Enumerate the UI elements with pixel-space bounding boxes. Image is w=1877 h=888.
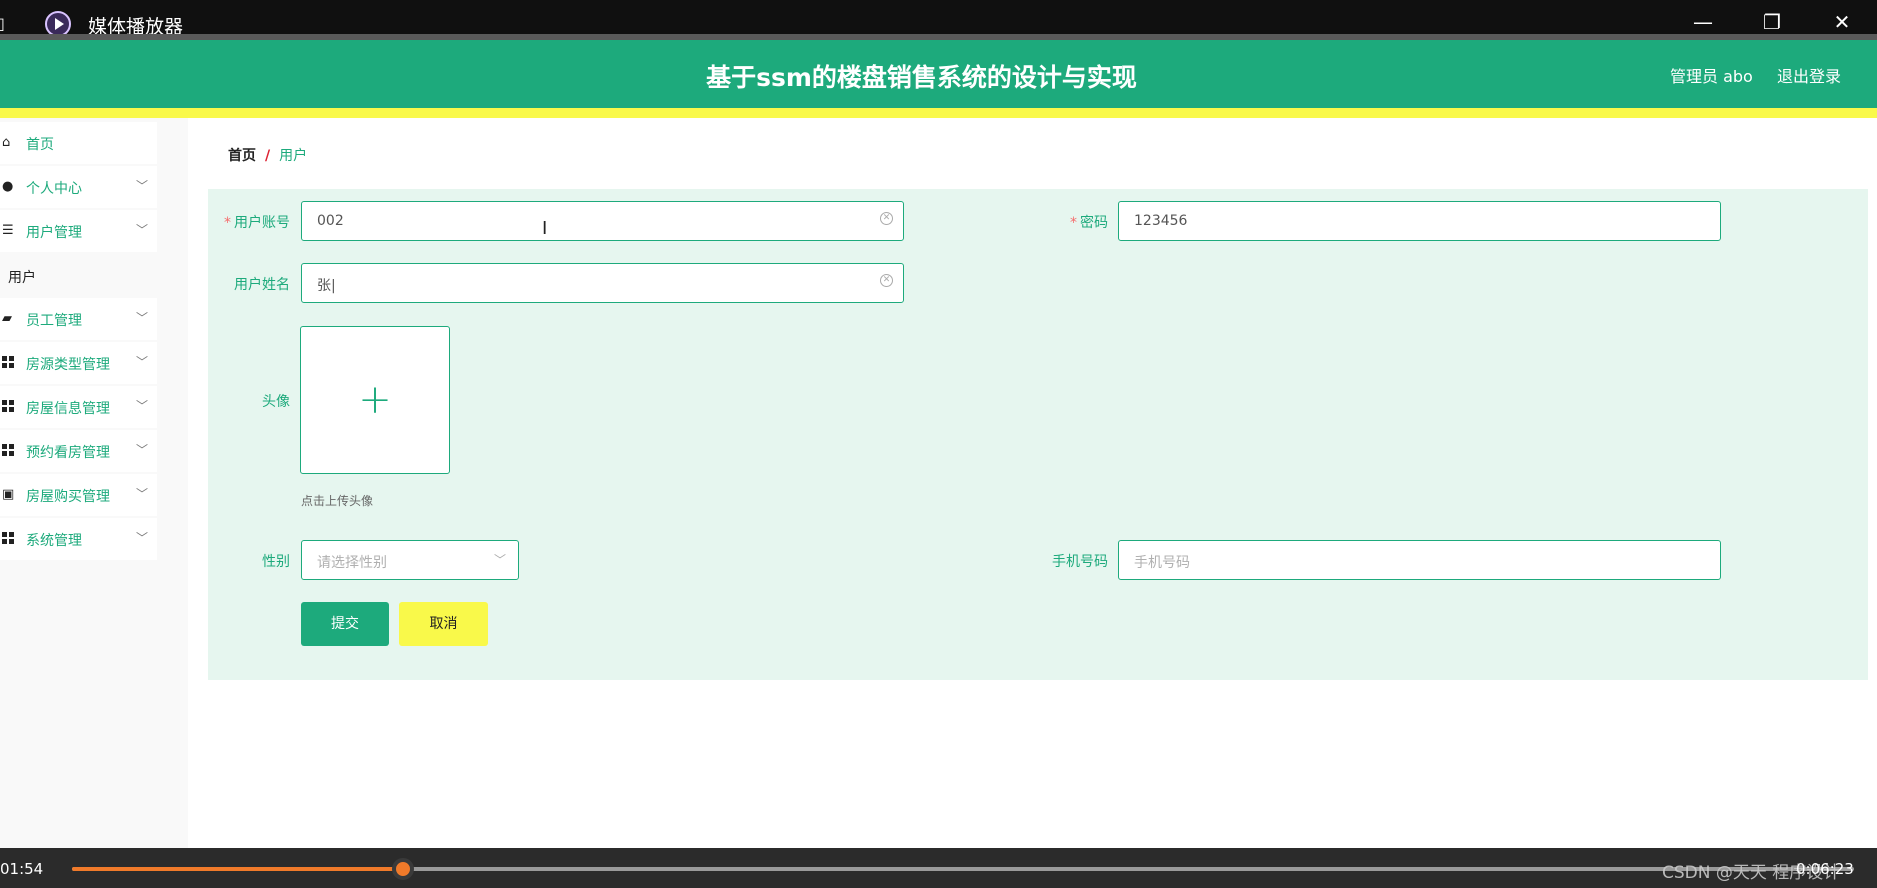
sidebar-item-staff-management[interactable]: ▰ 员工管理 ﹀ bbox=[0, 298, 157, 340]
name-label: 用户姓名 bbox=[234, 277, 290, 293]
sliders-icon: ☰ bbox=[2, 223, 14, 238]
sidebar-item-label: 系统管理 bbox=[26, 533, 82, 549]
seek-thumb[interactable] bbox=[392, 858, 415, 880]
sidebar-item-label: 用户 bbox=[8, 270, 36, 286]
gender-label: 性别 bbox=[262, 554, 290, 570]
sidebar-subitem-user[interactable]: 用户 bbox=[0, 256, 157, 296]
gender-placeholder: 请选择性别 bbox=[317, 555, 387, 571]
sidebar-item-label: 房屋信息管理 bbox=[26, 401, 110, 417]
avatar-upload-tip: 点击上传头像 bbox=[301, 494, 374, 508]
chevron-down-icon: ﹀ bbox=[136, 223, 149, 237]
sidebar-item-personal-center[interactable]: ● 个人中心 ﹀ bbox=[0, 166, 157, 208]
media-player-titlebar: ▯ 媒体播放器 — ❐ ✕ bbox=[0, 0, 1877, 38]
total-time: 0:06:23 bbox=[1796, 860, 1854, 878]
breadcrumb-current: 用户 bbox=[279, 148, 308, 164]
sidebar-item-viewing-appointment-management[interactable]: 预约看房管理 ﹀ bbox=[0, 430, 157, 472]
plus-icon: + bbox=[358, 377, 392, 423]
window-edge-glyph: ▯ bbox=[0, 14, 5, 33]
sidebar-item-label: 房屋购买管理 bbox=[26, 489, 110, 505]
sidebar-item-label: 用户管理 bbox=[26, 225, 82, 241]
gender-select[interactable]: 请选择性别 ﹀ bbox=[301, 540, 519, 580]
password-value: 123456 bbox=[1134, 213, 1188, 229]
sidebar-item-label: 房源类型管理 bbox=[26, 357, 110, 373]
account-value: 002 bbox=[317, 213, 344, 229]
name-value: 张| bbox=[317, 278, 336, 294]
phone-label: 手机号码 bbox=[1052, 554, 1108, 570]
password-input[interactable]: 123456 bbox=[1118, 201, 1721, 241]
account-label: * 用户账号 bbox=[224, 215, 290, 231]
text-cursor-icon: I bbox=[542, 218, 548, 239]
breadcrumb: 首页 / 用户 bbox=[228, 145, 307, 165]
breadcrumb-separator: / bbox=[265, 148, 271, 164]
sidebar-item-label: 个人中心 bbox=[26, 181, 82, 197]
account-input[interactable]: 002 ✕ bbox=[301, 201, 904, 241]
grid-icon bbox=[2, 444, 16, 458]
clear-icon[interactable]: ✕ bbox=[880, 274, 893, 287]
home-icon: ⌂ bbox=[2, 135, 11, 150]
user-icon: ● bbox=[2, 179, 14, 194]
system-title: 基于ssm的楼盘销售系统的设计与实现 bbox=[706, 63, 1137, 92]
admin-name: 管理员 abo bbox=[1670, 67, 1753, 86]
sidebar: ⌂ 首页 ● 个人中心 ﹀ ☰ 用户管理 ﹀ 用户 ▰ 员工管理 ﹀ 房源类型管… bbox=[0, 118, 188, 848]
chevron-down-icon: ﹀ bbox=[136, 399, 149, 413]
chevron-down-icon: ﹀ bbox=[136, 355, 149, 369]
clear-icon[interactable]: ✕ bbox=[880, 212, 893, 225]
chevron-down-icon: ﹀ bbox=[136, 487, 149, 501]
chart-icon: ▣ bbox=[2, 487, 15, 502]
breadcrumb-home[interactable]: 首页 bbox=[228, 148, 256, 164]
avatar-label: 头像 bbox=[262, 394, 290, 410]
sidebar-item-label: 员工管理 bbox=[26, 313, 82, 329]
cancel-button[interactable]: 取消 bbox=[399, 602, 488, 646]
restore-button[interactable]: ❐ bbox=[1752, 8, 1792, 36]
chevron-down-icon: ﹀ bbox=[136, 443, 149, 457]
logout-link[interactable]: 退出登录 bbox=[1777, 63, 1841, 87]
name-input[interactable]: 张| ✕ bbox=[301, 263, 904, 303]
chevron-down-icon: ﹀ bbox=[136, 179, 149, 193]
sidebar-item-label: 预约看房管理 bbox=[26, 445, 110, 461]
grid-icon bbox=[2, 356, 16, 370]
seek-progress-fill bbox=[72, 867, 404, 871]
sidebar-item-user-management[interactable]: ☰ 用户管理 ﹀ bbox=[0, 210, 157, 252]
chevron-down-icon: ﹀ bbox=[136, 311, 149, 325]
player-controls: 01:54 CSDN @天天 程序设计 0:06:23 bbox=[0, 848, 1877, 888]
seek-track[interactable] bbox=[72, 867, 1854, 871]
header-accent-bar bbox=[0, 108, 1877, 118]
chevron-down-icon: ﹀ bbox=[136, 531, 149, 545]
grid-icon bbox=[2, 532, 16, 546]
briefcase-icon: ▰ bbox=[2, 311, 12, 326]
sidebar-item-house-purchase-management[interactable]: ▣ 房屋购买管理 ﹀ bbox=[0, 474, 157, 516]
sidebar-item-house-type-management[interactable]: 房源类型管理 ﹀ bbox=[0, 342, 157, 384]
sidebar-item-home[interactable]: ⌂ 首页 bbox=[0, 122, 157, 164]
grid-icon bbox=[2, 400, 16, 414]
phone-placeholder: 手机号码 bbox=[1134, 555, 1190, 571]
app-header: 基于ssm的楼盘销售系统的设计与实现 管理员 abo 退出登录 bbox=[0, 40, 1877, 108]
elapsed-time: 01:54 bbox=[0, 860, 44, 878]
avatar-uploader[interactable]: + bbox=[300, 326, 450, 474]
sidebar-item-house-info-management[interactable]: 房屋信息管理 ﹀ bbox=[0, 386, 157, 428]
chevron-down-icon: ﹀ bbox=[493, 553, 506, 567]
phone-input[interactable]: 手机号码 bbox=[1118, 540, 1721, 580]
sidebar-item-system-management[interactable]: 系统管理 ﹀ bbox=[0, 518, 157, 560]
sidebar-item-label: 首页 bbox=[26, 137, 54, 153]
minimize-button[interactable]: — bbox=[1683, 8, 1723, 36]
submit-button[interactable]: 提交 bbox=[301, 602, 389, 646]
password-label: * 密码 bbox=[1070, 215, 1108, 231]
close-button[interactable]: ✕ bbox=[1822, 8, 1862, 36]
